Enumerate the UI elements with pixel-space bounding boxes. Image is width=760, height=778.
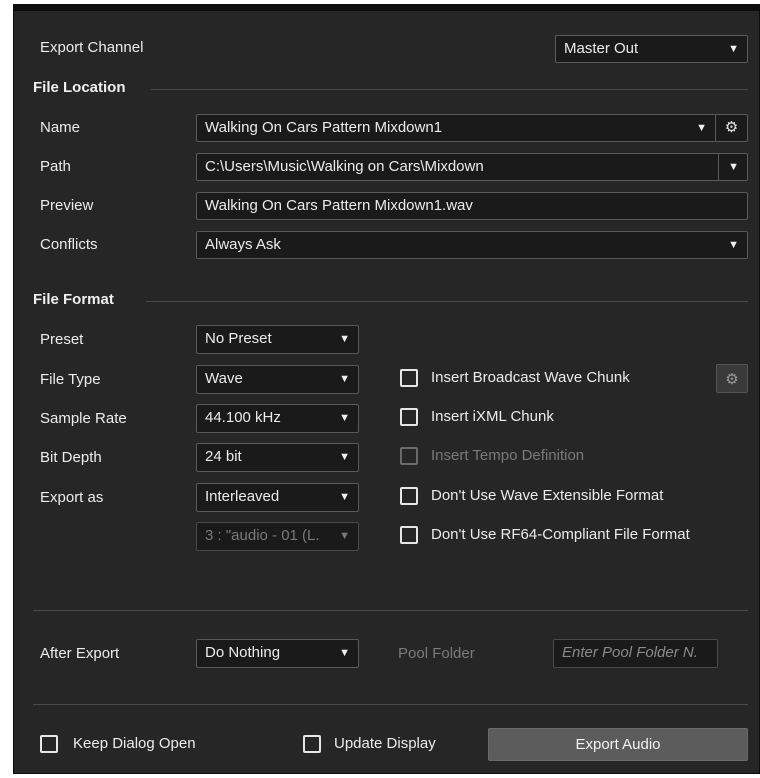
chevron-down-icon: ▼: [728, 239, 739, 251]
export-audio-button[interactable]: Export Audio: [488, 728, 748, 761]
preset-value: No Preset: [205, 330, 272, 347]
divider: [146, 301, 748, 302]
broadcast-wave-checkbox[interactable]: [400, 369, 418, 387]
ixml-label: Insert iXML Chunk: [431, 408, 554, 425]
wave-extensible-label: Don't Use Wave Extensible Format: [431, 487, 664, 504]
export-channel-dropdown[interactable]: Master Out ▼: [555, 35, 748, 63]
file-type-dropdown[interactable]: Wave ▼: [196, 365, 359, 394]
channel-select-value: 3 : "audio - 01 (L.: [205, 527, 320, 544]
preview-field: Walking On Cars Pattern Mixdown1.wav: [196, 192, 748, 220]
tempo-definition-label: Insert Tempo Definition: [431, 447, 585, 464]
sample-rate-dropdown[interactable]: 44.100 kHz ▼: [196, 404, 359, 433]
ixml-checkbox[interactable]: [400, 408, 418, 426]
export-channel-value: Master Out: [564, 40, 639, 57]
export-as-value: Interleaved: [205, 488, 280, 505]
pool-folder-input: Enter Pool Folder N.: [553, 639, 718, 668]
sample-rate-label: Sample Rate: [40, 410, 127, 427]
export-audio-panel: Export Channel Master Out ▼ File Locatio…: [13, 4, 760, 774]
rf64-checkbox[interactable]: [400, 526, 418, 544]
export-channel-label: Export Channel: [40, 39, 144, 56]
conflicts-label: Conflicts: [40, 236, 98, 253]
chevron-down-icon: ▼: [728, 43, 739, 55]
after-export-label: After Export: [40, 645, 120, 662]
keep-dialog-open-label: Keep Dialog Open: [73, 735, 196, 752]
divider: [718, 154, 719, 180]
export-as-dropdown[interactable]: Interleaved ▼: [196, 483, 359, 512]
update-display-checkbox[interactable]: [303, 735, 321, 753]
file-type-label: File Type: [40, 371, 101, 388]
tempo-definition-checkbox: [400, 447, 418, 465]
chevron-down-icon: ▼: [339, 373, 350, 385]
name-value: Walking On Cars Pattern Mixdown1: [205, 119, 443, 136]
preset-label: Preset: [40, 331, 84, 348]
preset-dropdown[interactable]: No Preset ▼: [196, 325, 359, 354]
preview-value: Walking On Cars Pattern Mixdown1.wav: [205, 197, 473, 214]
chevron-down-icon: ▼: [339, 333, 350, 345]
update-display-label: Update Display: [334, 735, 436, 752]
name-label: Name: [40, 119, 81, 136]
bit-depth-dropdown[interactable]: 24 bit ▼: [196, 443, 359, 472]
export-as-label: Export as: [40, 489, 104, 506]
gear-icon[interactable]: ⚙: [716, 115, 747, 141]
file-format-heading: File Format: [33, 291, 114, 308]
name-field[interactable]: Walking On Cars Pattern Mixdown1 ▼ ⚙: [196, 114, 748, 142]
top-border: [14, 5, 759, 11]
keep-dialog-open-checkbox[interactable]: [40, 735, 58, 753]
path-value: C:\Users\Music\Walking on Cars\Mixdown: [205, 158, 484, 175]
file-type-value: Wave: [205, 370, 243, 387]
conflicts-value: Always Ask: [205, 236, 281, 253]
channel-select-dropdown: 3 : "audio - 01 (L. ▼: [196, 522, 359, 551]
divider: [151, 89, 748, 90]
chevron-down-icon: ▼: [339, 412, 350, 424]
chevron-down-icon: ▼: [339, 530, 350, 542]
after-export-dropdown[interactable]: Do Nothing ▼: [196, 639, 359, 668]
broadcast-wave-settings-button[interactable]: ⚙: [716, 364, 748, 393]
path-field[interactable]: C:\Users\Music\Walking on Cars\Mixdown ▼: [196, 153, 748, 181]
pool-folder-placeholder: Enter Pool Folder N.: [562, 644, 698, 661]
chevron-down-icon: ▼: [339, 491, 350, 503]
conflicts-dropdown[interactable]: Always Ask ▼: [196, 231, 748, 259]
pool-folder-label: Pool Folder: [398, 645, 475, 662]
divider: [33, 610, 748, 611]
broadcast-wave-label: Insert Broadcast Wave Chunk: [431, 369, 630, 386]
rf64-label: Don't Use RF64-Compliant File Format: [431, 526, 690, 543]
chevron-down-icon[interactable]: ▼: [696, 115, 707, 141]
file-location-heading: File Location: [33, 79, 126, 96]
bit-depth-value: 24 bit: [205, 448, 242, 465]
preview-label: Preview: [40, 197, 94, 214]
wave-extensible-checkbox[interactable]: [400, 487, 418, 505]
bit-depth-label: Bit Depth: [40, 449, 102, 466]
chevron-down-icon: ▼: [339, 451, 350, 463]
chevron-down-icon: ▼: [339, 647, 350, 659]
sample-rate-value: 44.100 kHz: [205, 409, 281, 426]
path-label: Path: [40, 158, 71, 175]
gear-icon: ⚙: [725, 370, 739, 388]
after-export-value: Do Nothing: [205, 644, 281, 661]
divider: [33, 704, 748, 705]
chevron-down-icon[interactable]: ▼: [728, 154, 739, 180]
